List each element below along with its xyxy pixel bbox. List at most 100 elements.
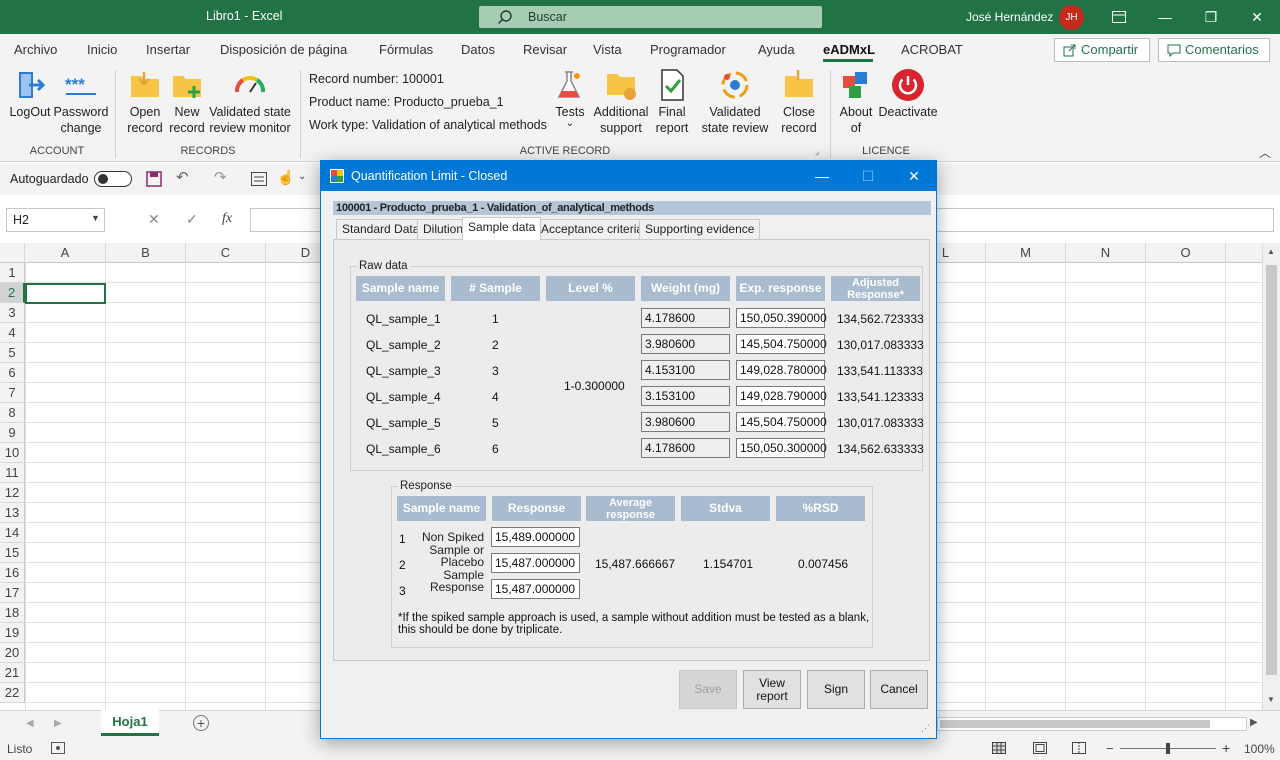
tab-disposicion[interactable]: Disposición de página <box>220 42 347 57</box>
weight-input[interactable]: 4.178600 <box>641 308 730 328</box>
row-header[interactable]: 3 <box>0 303 25 323</box>
comments-button[interactable]: Comentarios <box>1158 38 1270 62</box>
tab-sample-data[interactable]: Sample data <box>462 217 542 240</box>
touch-mode-icon[interactable]: ☝ <box>277 169 294 186</box>
validated-state-monitor-button[interactable]: Validated state review monitor <box>208 68 292 136</box>
weight-input[interactable]: 3.153100 <box>641 386 730 406</box>
row-header[interactable]: 14 <box>0 523 25 543</box>
final-report-button[interactable]: Final report <box>652 68 692 136</box>
scroll-right-arrow-icon[interactable]: ▶ <box>1250 717 1258 728</box>
sheet-tab-hoja1[interactable]: Hoja1 <box>101 710 159 736</box>
tab-eadmxl[interactable]: eADMxL <box>823 42 875 57</box>
cancel-button[interactable]: Cancel <box>870 670 928 709</box>
exp-response-input[interactable]: 149,028.780000 <box>736 360 827 380</box>
vertical-scrollbar[interactable]: ▲ ▼ <box>1262 243 1280 710</box>
row-header[interactable]: 4 <box>0 323 25 343</box>
exp-response-input[interactable]: 145,504.750000 <box>736 412 827 432</box>
minimize-icon[interactable]: — <box>1142 0 1188 34</box>
additional-support-button[interactable]: Additional support <box>590 68 652 136</box>
exp-response-input[interactable]: 149,028.790000 <box>736 386 827 406</box>
tab-revisar[interactable]: Revisar <box>523 42 567 57</box>
zoom-slider[interactable] <box>1120 743 1216 754</box>
exp-response-input[interactable]: 145,504.750000 <box>736 334 827 354</box>
dialog-close-icon[interactable]: ✕ <box>891 161 937 191</box>
row-header[interactable]: 7 <box>0 383 25 403</box>
new-record-button[interactable]: New record <box>166 68 208 136</box>
ribbon-display-options-icon[interactable] <box>1096 0 1142 34</box>
sign-button[interactable]: Sign <box>807 670 865 709</box>
zoom-in-icon[interactable]: + <box>1222 740 1230 756</box>
weight-input[interactable]: 4.153100 <box>641 360 730 380</box>
share-button[interactable]: Compartir <box>1054 38 1150 62</box>
column-header[interactable]: O <box>1146 243 1226 263</box>
scroll-right-icon[interactable]: ▶ <box>54 718 62 729</box>
row-header[interactable]: 10 <box>0 443 25 463</box>
resize-grip-icon[interactable]: ⋰ <box>921 723 930 734</box>
open-record-button[interactable]: Open record <box>124 68 166 136</box>
autosave-toggle[interactable] <box>94 171 132 187</box>
row-header[interactable]: 17 <box>0 583 25 603</box>
confirm-entry-icon[interactable]: ✓ <box>186 211 198 228</box>
row-header[interactable]: 20 <box>0 643 25 663</box>
tab-inicio[interactable]: Inicio <box>87 42 117 57</box>
row-header[interactable]: 6 <box>0 363 25 383</box>
row-header[interactable]: 12 <box>0 483 25 503</box>
password-change-button[interactable]: *** Password change <box>52 68 110 136</box>
row-header[interactable]: 11 <box>0 463 25 483</box>
column-header[interactable]: M <box>986 243 1066 263</box>
tab-supporting-evidence[interactable]: Supporting evidence <box>639 219 761 239</box>
tab-acrobat[interactable]: ACROBAT <box>901 42 963 57</box>
weight-input[interactable]: 3.980600 <box>641 334 730 354</box>
tab-archivo[interactable]: Archivo <box>14 42 57 57</box>
tab-programador[interactable]: Programador <box>650 42 726 57</box>
zoom-level[interactable]: 100% <box>1244 742 1275 756</box>
zoom-out-icon[interactable]: − <box>1106 741 1114 756</box>
dialog-minimize-icon[interactable]: — <box>799 161 845 191</box>
row-header[interactable]: 21 <box>0 663 25 683</box>
customize-dropdown-icon[interactable]: ⌄ <box>298 171 306 182</box>
close-icon[interactable]: ✕ <box>1234 0 1280 34</box>
normal-view-icon[interactable] <box>992 742 1006 757</box>
tests-button[interactable]: Tests ⌄ <box>550 68 590 129</box>
insert-function-icon[interactable]: fx <box>222 211 232 227</box>
response-input-2[interactable]: 15,487.000000 <box>491 553 580 573</box>
search-box[interactable]: Buscar <box>479 6 822 28</box>
close-record-button[interactable]: Close record <box>778 68 820 136</box>
cancel-entry-icon[interactable]: ✕ <box>148 211 160 228</box>
about-button[interactable]: About of <box>836 68 876 136</box>
row-header[interactable]: 16 <box>0 563 25 583</box>
response-input-3[interactable]: 15,487.000000 <box>491 579 580 599</box>
horizontal-scrollbar[interactable] <box>937 717 1247 731</box>
form-icon[interactable] <box>251 172 267 189</box>
weight-input[interactable]: 4.178600 <box>641 438 730 458</box>
page-break-icon[interactable] <box>1072 742 1086 757</box>
row-header[interactable]: 1 <box>0 263 25 283</box>
column-header[interactable]: B <box>106 243 186 263</box>
tab-insertar[interactable]: Insertar <box>146 42 190 57</box>
tab-acceptance-criteria[interactable]: Acceptance criteria <box>535 219 650 239</box>
dialog-launcher-icon[interactable]: ⌟ <box>815 146 819 157</box>
tab-standard-data[interactable]: Standard Data <box>336 219 426 239</box>
scroll-left-icon[interactable]: ◀ <box>26 718 34 729</box>
add-sheet-icon[interactable]: + <box>193 715 209 731</box>
deactivate-button[interactable]: Deactivate <box>876 68 940 120</box>
page-layout-icon[interactable] <box>1033 742 1047 757</box>
column-header[interactable]: N <box>1066 243 1146 263</box>
response-input-1[interactable]: 15,489.000000 <box>491 527 580 547</box>
row-header[interactable]: 8 <box>0 403 25 423</box>
row-header[interactable]: 22 <box>0 683 25 703</box>
accessibility-icon[interactable] <box>51 742 65 757</box>
tab-datos[interactable]: Datos <box>461 42 495 57</box>
exp-response-input[interactable]: 150,050.390000 <box>736 308 827 328</box>
column-header[interactable]: C <box>186 243 266 263</box>
tab-formulas[interactable]: Fórmulas <box>379 42 433 57</box>
save-icon[interactable] <box>146 171 162 190</box>
view-report-button[interactable]: View report <box>743 670 801 709</box>
select-all-corner[interactable] <box>0 243 25 263</box>
name-box-dropdown-icon[interactable]: ▼ <box>91 213 100 223</box>
column-header[interactable]: A <box>25 243 106 263</box>
exp-response-input[interactable]: 150,050.300000 <box>736 438 827 458</box>
logout-button[interactable]: LogOut <box>6 68 54 120</box>
row-header[interactable]: 5 <box>0 343 25 363</box>
row-header[interactable]: 9 <box>0 423 25 443</box>
